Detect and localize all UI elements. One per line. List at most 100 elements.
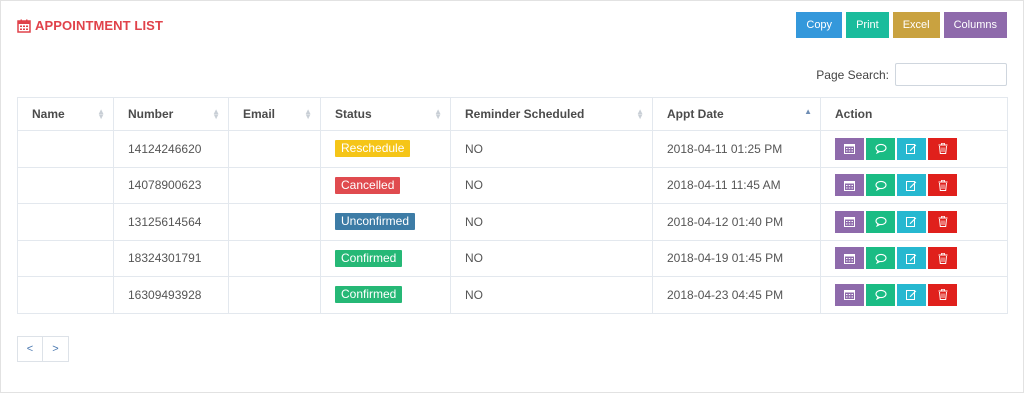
column-header-reminder[interactable]: Reminder Scheduled ▲ ▼ <box>450 97 653 131</box>
status-badge: Unconfirmed <box>335 213 416 231</box>
page-search-input[interactable] <box>895 63 1007 86</box>
trash-icon <box>938 216 948 228</box>
trash-icon <box>938 252 948 264</box>
delete-button[interactable] <box>928 247 957 270</box>
edit-button[interactable] <box>897 174 926 197</box>
cell-email <box>228 166 321 204</box>
edit-icon <box>906 253 917 264</box>
column-header-label: Status <box>335 107 372 121</box>
column-header-number[interactable]: Number ▲ ▼ <box>113 97 229 131</box>
copy-button[interactable]: Copy <box>796 12 843 38</box>
row-action-buttons <box>835 210 993 233</box>
cell-status: Unconfirmed <box>320 203 451 241</box>
cell-actions <box>820 276 1008 314</box>
table-row: 14078900623 Cancelled NO 2018-04-11 11:45 A… <box>17 166 1008 204</box>
print-button[interactable]: Print <box>846 12 889 38</box>
cell-status: Cancelled <box>320 166 451 204</box>
delete-button[interactable] <box>928 210 957 233</box>
schedule-button[interactable] <box>835 137 864 160</box>
sort-icon: ▲ ▼ <box>97 107 105 121</box>
sort-ascending-icon: ▲ <box>804 107 812 116</box>
cell-name <box>17 203 114 241</box>
previous-page-button[interactable]: < <box>17 336 43 362</box>
cell-name <box>17 239 114 277</box>
next-page-button[interactable]: > <box>43 336 69 362</box>
sort-icon: ▲ ▼ <box>212 107 220 121</box>
sort-icon: ▲ ▼ <box>304 107 312 121</box>
cell-reminder: NO <box>450 239 653 277</box>
column-header-appt-date[interactable]: Appt Date ▲ <box>652 97 821 131</box>
edit-button[interactable] <box>897 247 926 270</box>
calendar-icon <box>844 143 855 155</box>
cell-email <box>228 130 321 168</box>
cell-actions <box>820 203 1008 241</box>
cell-appt-date: 2018-04-19 01:45 PM <box>652 239 821 277</box>
calendar-icon <box>844 180 855 191</box>
edit-button[interactable] <box>897 283 926 306</box>
cell-name <box>17 166 114 204</box>
table-row: 14124246620 Reschedule NO 2018-04-11 01:25 … <box>17 130 1008 168</box>
sort-icon: ▲ ▼ <box>636 107 644 121</box>
cell-reminder: NO <box>450 166 653 204</box>
column-header-status[interactable]: Status ▲ ▼ <box>320 97 451 131</box>
message-button[interactable] <box>866 283 895 306</box>
delete-button[interactable] <box>928 174 957 197</box>
column-header-action: Action <box>820 97 1008 131</box>
message-button[interactable] <box>866 210 895 233</box>
chat-bubble-icon <box>874 143 887 155</box>
schedule-button[interactable] <box>835 247 864 270</box>
message-button[interactable] <box>866 174 895 197</box>
chat-bubble-icon <box>874 180 887 191</box>
excel-button[interactable]: Excel <box>892 12 940 38</box>
cell-appt-date: 2018-04-12 01:40 PM <box>652 203 821 241</box>
row-action-buttons <box>835 174 993 197</box>
sort-icon: ▲ ▼ <box>434 107 442 121</box>
trash-icon <box>938 179 948 191</box>
cell-number: 14124246620 <box>113 130 229 168</box>
pagination: < > <box>17 336 69 362</box>
edit-button[interactable] <box>897 210 926 233</box>
edit-icon <box>906 289 917 301</box>
calendar-icon <box>844 253 855 264</box>
cell-number: 13125614564 <box>113 203 229 241</box>
cell-appt-date: 2018-04-11 11:45 AM <box>652 166 821 204</box>
row-action-buttons <box>835 137 993 160</box>
cell-email <box>228 239 321 277</box>
column-header-email[interactable]: Email ▲ ▼ <box>228 97 321 131</box>
chat-bubble-icon <box>874 253 887 264</box>
message-button[interactable] <box>866 137 895 160</box>
cell-email <box>228 276 321 314</box>
delete-button[interactable] <box>928 283 957 306</box>
column-header-label: Number <box>128 107 174 121</box>
schedule-button[interactable] <box>835 210 864 233</box>
cell-name <box>17 276 114 314</box>
message-button[interactable] <box>866 247 895 270</box>
column-header-label: Name <box>32 107 65 121</box>
cell-email <box>228 203 321 241</box>
schedule-button[interactable] <box>835 174 864 197</box>
table-header-row: Name ▲ ▼ Number ▲ ▼ Email ▲ ▼ Status ▲ ▼ Reminde… <box>17 97 1008 131</box>
page-title: APPOINTMENT LIST <box>17 18 163 33</box>
status-badge: Reschedule <box>335 140 411 158</box>
edit-icon <box>906 216 917 228</box>
row-action-buttons <box>835 247 993 270</box>
cell-actions <box>820 239 1008 277</box>
page-search-label: Page Search: <box>816 67 889 82</box>
chat-bubble-icon <box>874 289 887 301</box>
columns-button[interactable]: Columns <box>943 12 1007 38</box>
status-badge: Cancelled <box>335 176 401 194</box>
edit-button[interactable] <box>897 137 926 160</box>
cell-reminder: NO <box>450 276 653 314</box>
calendar-icon <box>844 216 855 228</box>
page-search: Page Search: <box>816 63 1007 86</box>
delete-button[interactable] <box>928 137 957 160</box>
cell-status: Confirmed <box>320 239 451 277</box>
schedule-button[interactable] <box>835 283 864 306</box>
row-action-buttons <box>835 283 993 306</box>
cell-number: 18324301791 <box>113 239 229 277</box>
export-toolbar: Copy Print Excel Columns <box>796 12 1007 38</box>
column-header-name[interactable]: Name ▲ ▼ <box>17 97 114 131</box>
appointment-list-panel: APPOINTMENT LIST Copy Print Excel Column… <box>0 0 1024 393</box>
trash-icon <box>938 143 948 155</box>
table-row: 18324301791 Confirmed NO 2018-04-19 01:45 P… <box>17 239 1008 277</box>
